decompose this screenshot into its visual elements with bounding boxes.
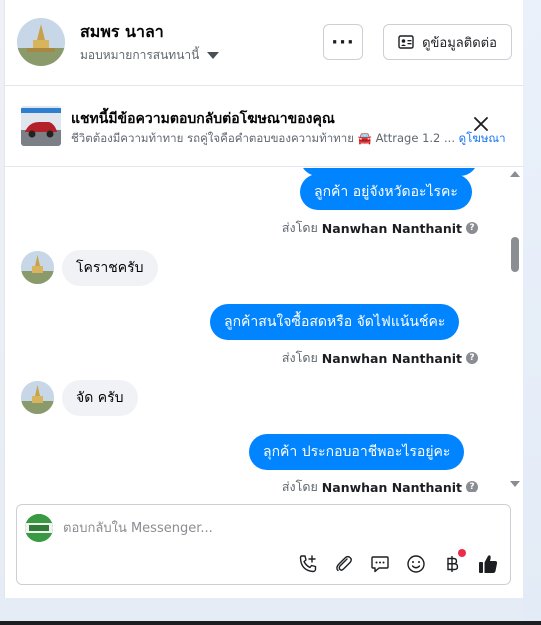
emoji-icon <box>407 555 425 573</box>
contact-avatar[interactable] <box>17 18 65 66</box>
message-list[interactable]: ลูกค้า อยู่จังหวัดอะไรคะ ส่งโดย Nanwhan … <box>4 168 523 492</box>
ad-banner-subtitle: ชีวิตต้องมีความท้าทาย รถคู่ใจคือคำตอบของ… <box>71 130 507 148</box>
help-icon[interactable]: ? <box>466 481 478 492</box>
sent-by-author: Nanwhan Nanthanit <box>321 479 462 493</box>
message-bubble-outgoing[interactable]: ลูกค้า อยู่จังหวัดอะไรคะ <box>300 174 472 210</box>
paperclip-icon <box>336 555 352 572</box>
like-button[interactable] <box>477 553 499 575</box>
close-icon <box>474 117 488 131</box>
contact-avatar-small <box>21 251 54 284</box>
ad-description: ชีวิตต้องมีความท้าทาย รถคู่ใจคือคำตอบของ… <box>71 131 455 145</box>
call-add-button[interactable] <box>297 553 319 575</box>
reply-composer <box>16 504 511 585</box>
window-bottom-edge <box>0 621 541 625</box>
ad-thumbnail[interactable] <box>21 106 61 146</box>
ad-reply-banner: แชทนี้มีข้อความตอบกลับต่อโฆษณาของคุณ ชีว… <box>5 87 524 167</box>
page-avatar <box>25 514 53 542</box>
sent-by-prefix: ส่งโดย <box>281 350 318 365</box>
sent-by-prefix: ส่งโดย <box>281 479 318 492</box>
more-options-button[interactable]: ··· <box>323 24 363 60</box>
notification-dot <box>458 549 466 557</box>
close-banner-button[interactable] <box>474 116 488 135</box>
message-bubble-incoming[interactable]: จัด ครับ <box>62 380 138 416</box>
sent-by-line: ส่งโดย Nanwhan Nanthanit ? <box>282 348 478 368</box>
reply-input[interactable] <box>63 517 483 539</box>
view-contact-button[interactable]: ดูข้อมูลติดต่อ <box>383 24 512 60</box>
sent-by-author: Nanwhan Nanthanit <box>321 220 462 236</box>
assign-conversation-dropdown[interactable]: มอบหมายการสนทนานี้ <box>80 46 220 65</box>
message-bubble-incoming[interactable]: โคราชครับ <box>62 250 158 286</box>
assign-label: มอบหมายการสนทนานี้ <box>80 48 200 62</box>
more-icon: ··· <box>331 31 355 53</box>
message-scrollbar[interactable] <box>507 168 523 492</box>
help-icon[interactable]: ? <box>466 352 478 364</box>
scroll-down-icon[interactable] <box>510 481 520 487</box>
message-bubble-outgoing[interactable]: ลุกค้า ประกอบอาชีพอะไรอยู่คะ <box>249 434 465 470</box>
contact-card-icon <box>398 35 414 49</box>
saved-reply-icon <box>371 556 389 573</box>
sent-by-line: ส่งโดย Nanwhan Nanthanit ? <box>282 218 478 238</box>
emoji-button[interactable] <box>405 553 427 575</box>
background-edge <box>523 0 541 621</box>
contact-avatar-small <box>21 381 54 414</box>
sent-by-line: ส่งโดย Nanwhan Nanthanit ? <box>282 477 478 492</box>
phone-add-icon <box>299 555 317 573</box>
saved-reply-button[interactable] <box>369 553 391 575</box>
scroll-up-icon[interactable] <box>510 171 520 177</box>
attach-file-button[interactable] <box>333 553 355 575</box>
scrollbar-thumb[interactable] <box>511 237 519 272</box>
help-icon[interactable]: ? <box>466 222 478 234</box>
contact-name: สมพร นาลา <box>80 22 164 41</box>
thumbs-up-icon <box>479 555 498 573</box>
baht-payment-icon <box>447 556 459 572</box>
conversation-header: สมพร นาลา มอบหมายการสนทนานี้ ··· ดูข้อมู… <box>5 0 524 86</box>
message-bubble-outgoing[interactable]: ลูกค้าสนใจซื้อสดหรือ จัดไฟแน้นช์คะ <box>210 304 460 340</box>
view-contact-label: ดูข้อมูลติดต่อ <box>422 35 497 51</box>
sent-by-prefix: ส่งโดย <box>281 220 318 235</box>
ad-banner-title: แชทนี้มีข้อความตอบกลับต่อโฆษณาของคุณ <box>71 111 335 127</box>
sent-by-author: Nanwhan Nanthanit <box>321 350 462 366</box>
caret-down-icon <box>207 52 220 59</box>
